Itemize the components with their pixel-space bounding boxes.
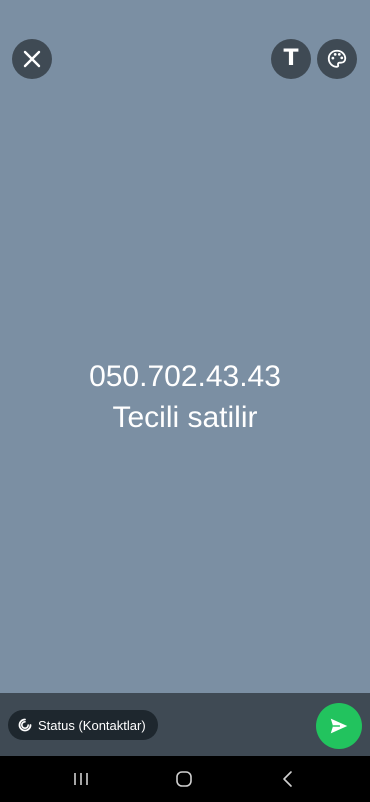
status-text-line-2: Tecili satilir (112, 401, 258, 434)
palette-icon (327, 49, 347, 68)
color-picker-button[interactable] (317, 39, 357, 79)
status-text[interactable]: 050.702.43.43 Tecili satilir (0, 356, 370, 438)
home-button[interactable] (154, 756, 214, 802)
status-canvas[interactable]: T 050.702.43.43 Tecili satilir (0, 0, 370, 693)
close-button[interactable] (12, 39, 52, 79)
status-text-line-1: 050.702.43.43 (89, 360, 281, 393)
recents-button[interactable] (51, 756, 111, 802)
back-icon (283, 771, 292, 787)
home-icon (176, 771, 192, 787)
send-button[interactable] (316, 703, 362, 749)
audience-label: Status (Kontaktlar) (38, 717, 146, 733)
back-button[interactable] (258, 756, 318, 802)
text-tool-icon: T (283, 46, 299, 71)
status-ring-icon (18, 718, 32, 732)
audience-selector[interactable]: Status (Kontaktlar) (8, 710, 158, 740)
system-navigation-bar (0, 756, 370, 802)
recents-icon (74, 773, 88, 785)
close-icon (23, 50, 41, 68)
status-footer: Status (Kontaktlar) (0, 693, 370, 756)
send-icon (330, 718, 348, 734)
text-tool-button[interactable]: T (271, 39, 311, 79)
